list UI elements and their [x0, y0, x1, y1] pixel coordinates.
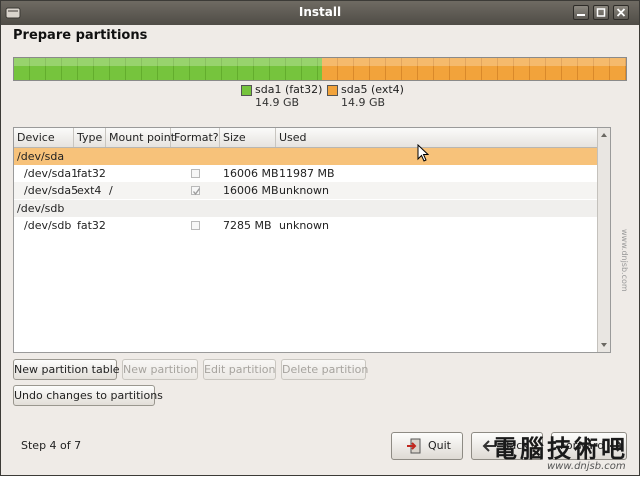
quit-icon: [407, 438, 421, 454]
undo-changes-button[interactable]: Undo changes to partitions: [13, 385, 163, 406]
edit-partition-button[interactable]: Edit partition: [203, 359, 276, 380]
legend-label-sda5: sda5 (ext4): [341, 83, 404, 96]
legend-label-sda1: sda1 (fat32): [255, 83, 323, 96]
table-row-sda[interactable]: /dev/sda: [14, 148, 598, 165]
watermark: 電腦技術吧 www.dnjsb.com: [481, 425, 640, 477]
format-checkbox-sda1[interactable]: [191, 169, 200, 178]
partition-bar: [13, 57, 627, 81]
step-indicator: Step 4 of 7: [21, 439, 82, 452]
title-bar[interactable]: Install: [1, 1, 639, 25]
column-header-format[interactable]: Format?: [171, 128, 220, 147]
check-mark-icon: [192, 188, 201, 196]
minimize-icon: [577, 14, 585, 16]
scroll-down-arrow-icon[interactable]: [599, 339, 609, 351]
quit-label: Quit: [428, 439, 451, 452]
maximize-icon: [596, 8, 606, 17]
close-button[interactable]: [613, 5, 629, 20]
column-header-size[interactable]: Size: [220, 128, 276, 147]
cell-mount: /: [109, 184, 113, 197]
column-header-used[interactable]: Used: [276, 128, 598, 147]
cell-device: /dev/sdb: [24, 219, 72, 232]
watermark-url: www.dnjsb.com: [547, 461, 626, 472]
quit-button[interactable]: Quit: [391, 432, 463, 460]
cell-size: 7285 MB: [223, 219, 272, 232]
mouse-cursor-icon: [417, 144, 429, 162]
scroll-up-arrow-icon[interactable]: [599, 129, 609, 141]
cell-device: /dev/sda5: [24, 184, 79, 197]
cell-used: 11987 MB: [279, 167, 335, 180]
new-partition-table-button[interactable]: New partition table: [13, 359, 120, 380]
legend-size-sda1: 14.9 GB: [255, 96, 300, 109]
cell-device: /dev/sda1: [24, 167, 79, 180]
legend-size-sda5: 14.9 GB: [341, 96, 386, 109]
table-row-sda5[interactable]: /dev/sda5 ext4 / 16006 MB unknown: [14, 182, 598, 199]
cell-device: /dev/sda: [17, 150, 65, 163]
cell-device: /dev/sdb: [17, 202, 65, 215]
new-partition-button[interactable]: New partition: [122, 359, 198, 380]
format-checkbox-sda5[interactable]: [191, 186, 201, 196]
column-header-type[interactable]: Type: [74, 128, 106, 147]
cell-size: 16006 MB: [223, 184, 279, 197]
column-header-mount-point[interactable]: Mount point: [106, 128, 175, 147]
side-watermark: www.dnjsb.com: [620, 229, 629, 292]
install-window: Install Prepare partitions sda1 (fat32) …: [0, 0, 640, 476]
close-icon: [616, 8, 626, 17]
format-checkbox-sdb[interactable]: [191, 221, 200, 230]
table-scrollbar[interactable]: [597, 128, 610, 352]
window-title: Install: [298, 5, 342, 19]
partition-table[interactable]: Device Type Mount point Format? Size Use…: [13, 127, 611, 353]
cell-type: fat32: [77, 219, 106, 232]
cell-used: unknown: [279, 184, 329, 197]
minimize-button[interactable]: [573, 5, 589, 20]
cell-size: 16006 MB: [223, 167, 279, 180]
cell-used: unknown: [279, 219, 329, 232]
delete-partition-button[interactable]: Delete partition: [281, 359, 368, 380]
legend-swatch-sda1: [241, 85, 252, 96]
column-header-device[interactable]: Device: [14, 128, 74, 147]
table-row-sdb[interactable]: /dev/sdb: [14, 200, 598, 217]
watermark-logo-text: 電腦技術吧: [493, 434, 628, 463]
legend-swatch-sda5: [327, 85, 338, 96]
table-row-sda1[interactable]: /dev/sda1 fat32 16006 MB 11987 MB: [14, 165, 598, 182]
cell-type: ext4: [77, 184, 102, 197]
page-title: Prepare partitions: [13, 28, 148, 43]
table-header: Device Type Mount point Format? Size Use…: [14, 128, 598, 148]
table-row-sdb-fat32[interactable]: /dev/sdb fat32 7285 MB unknown: [14, 217, 598, 234]
cell-type: fat32: [77, 167, 106, 180]
maximize-button[interactable]: [593, 5, 609, 20]
